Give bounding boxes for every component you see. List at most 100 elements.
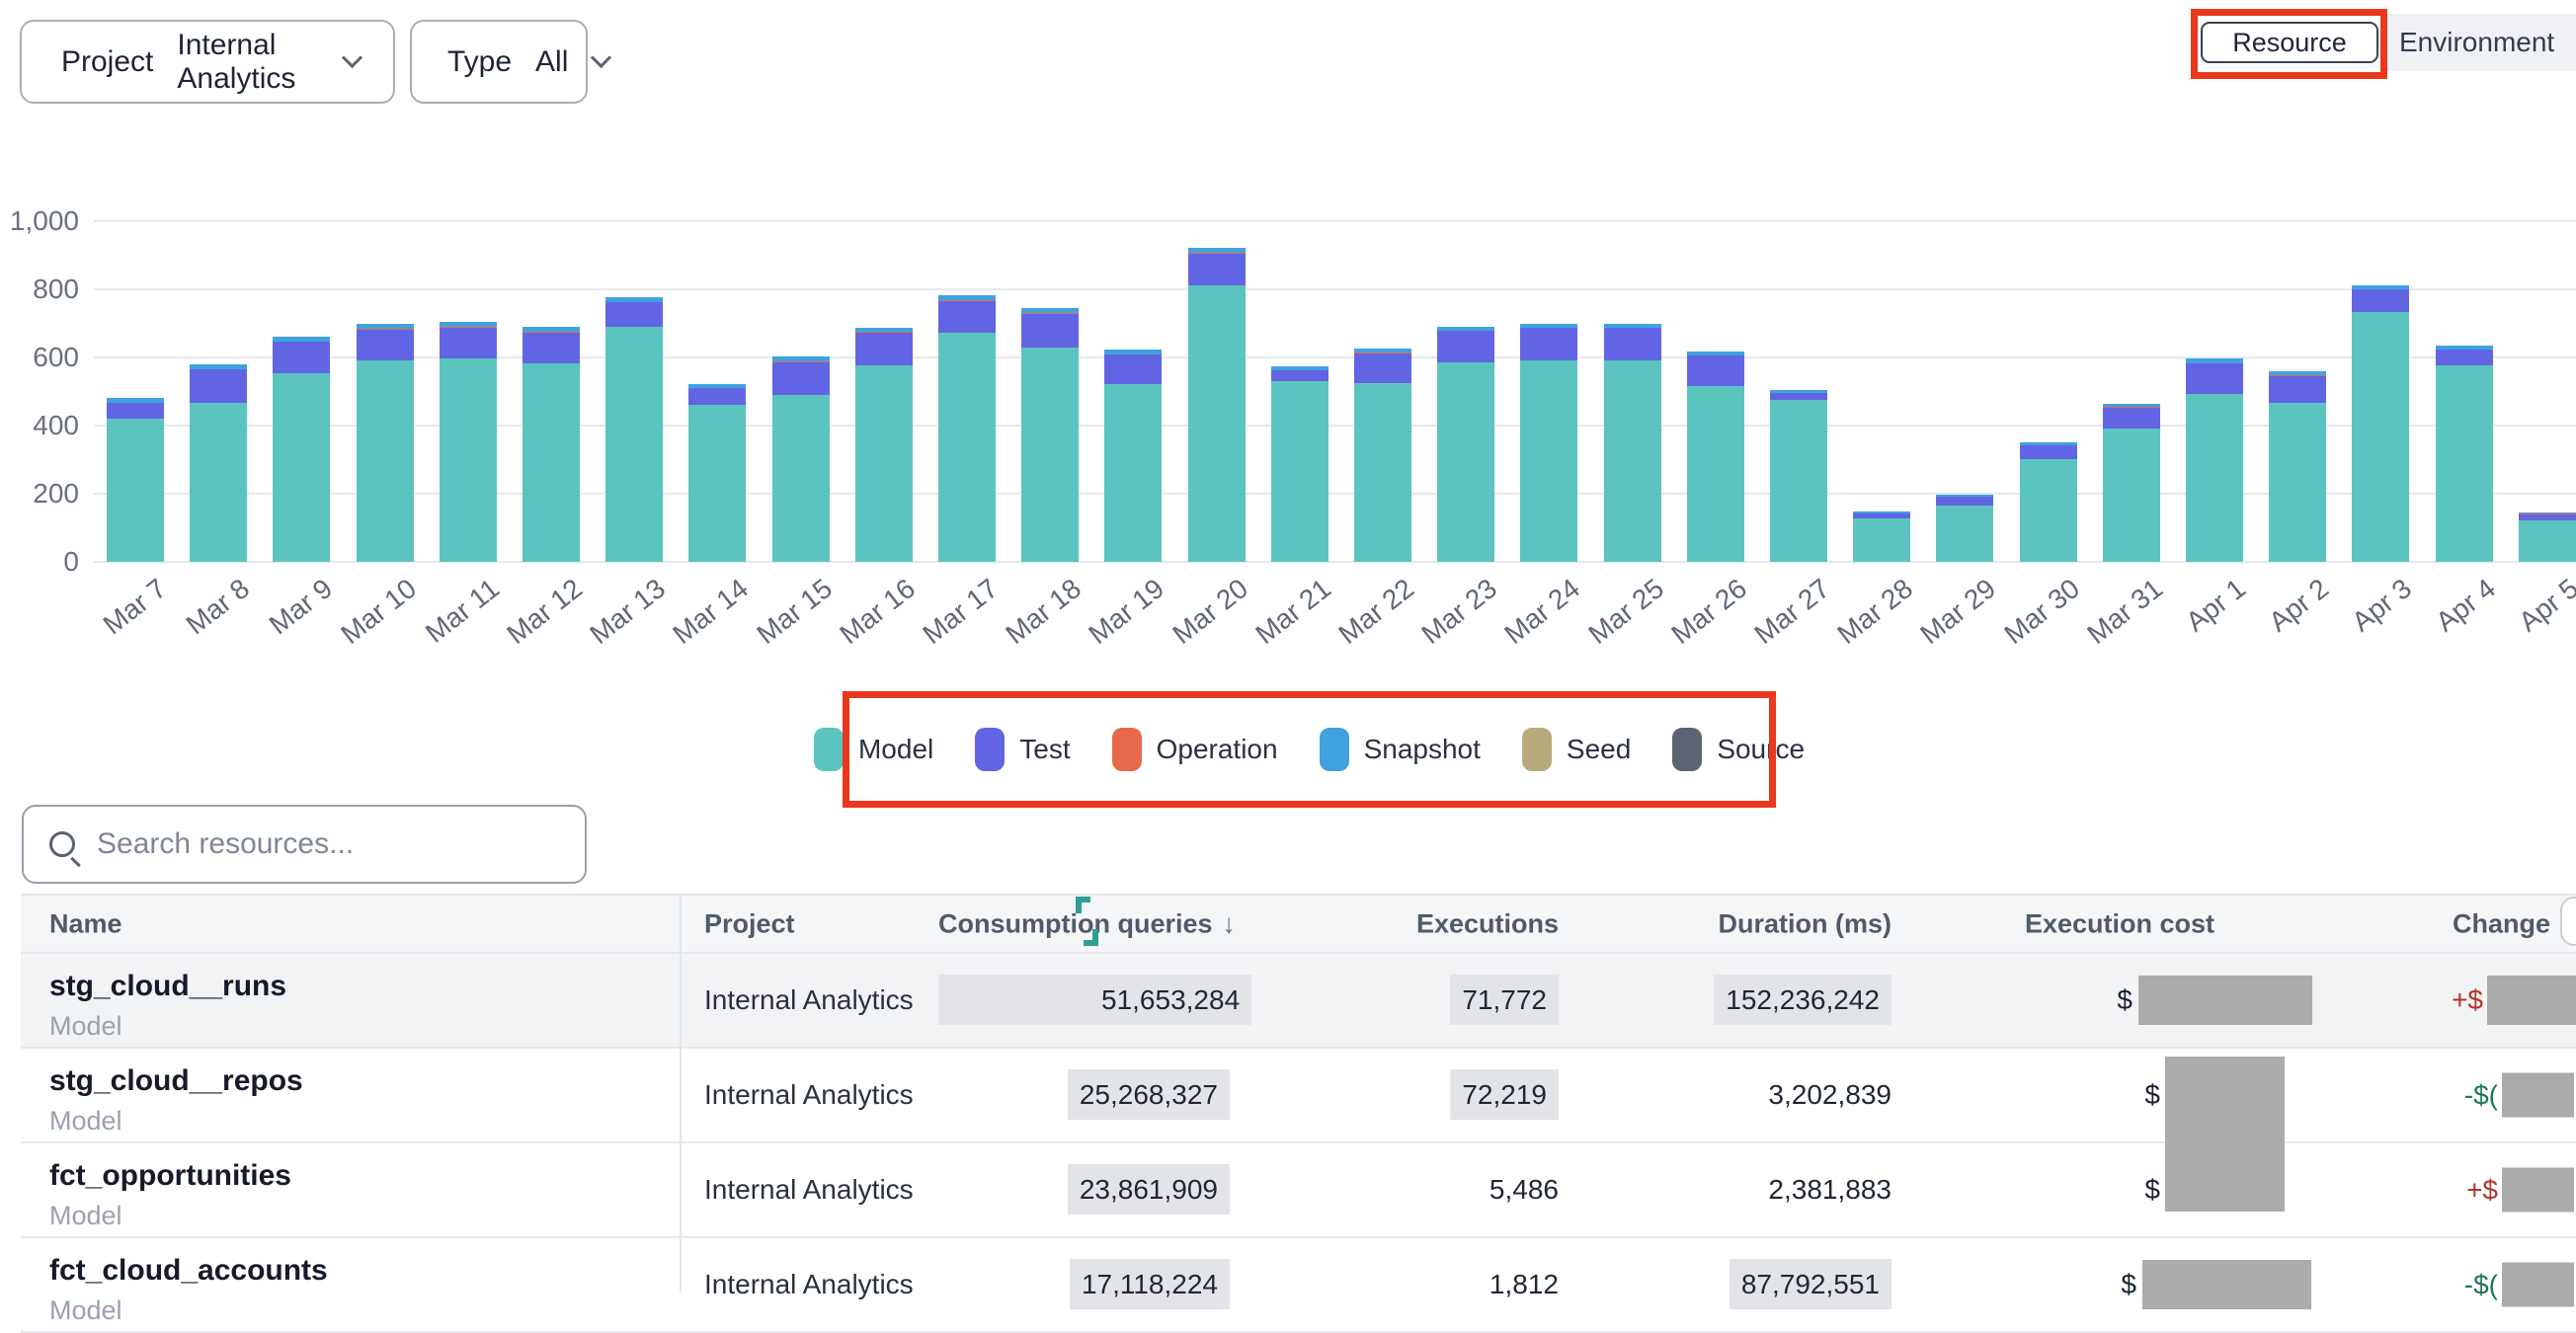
bar-segment-test <box>2436 350 2493 364</box>
col-header-name[interactable]: Name <box>49 908 122 939</box>
bar-mar-22[interactable] <box>1354 349 1411 562</box>
resource-name-cell: fct_cloud_accountsModel <box>49 1254 328 1326</box>
bar-mar-12[interactable] <box>523 327 580 562</box>
legend-item-operation[interactable]: Operation <box>1112 728 1278 771</box>
sort-desc-icon: ↓ <box>1223 908 1237 938</box>
search-input[interactable] <box>97 827 585 861</box>
redaction-box <box>2502 1073 2574 1118</box>
legend-swatch-icon <box>1320 728 1349 771</box>
consumption-queries-cell: 17,118,224 <box>938 1269 1230 1300</box>
col-header-execution-cost[interactable]: Execution cost <box>2015 908 2286 939</box>
bar-mar-10[interactable] <box>357 324 414 562</box>
bar-segment-test <box>107 403 164 419</box>
bar-apr-3[interactable] <box>2352 285 2409 562</box>
bar-segment-test <box>1604 328 1661 359</box>
col-header-change[interactable]: Change <box>2351 908 2576 939</box>
bar-mar-26[interactable] <box>1687 352 1744 562</box>
bar-mar-8[interactable] <box>190 364 247 562</box>
bar-segment-test <box>1021 314 1079 348</box>
bar-segment-model <box>440 358 497 562</box>
bar-segment-test <box>273 342 330 372</box>
table-row[interactable]: stg_cloud__reposModelInternal Analytics2… <box>21 1049 2576 1143</box>
bar-segment-test <box>1520 328 1577 359</box>
bar-mar-15[interactable] <box>772 356 830 562</box>
bar-segment-model <box>1604 360 1661 562</box>
bar-apr-2[interactable] <box>2269 371 2326 562</box>
tab-environment[interactable]: Environment <box>2387 14 2576 71</box>
bar-segment-model <box>2020 459 2077 562</box>
bar-mar-17[interactable] <box>938 295 996 562</box>
legend-swatch-icon <box>1672 728 1702 771</box>
cost-value-prefix: $ <box>2144 1174 2160 1205</box>
bar-apr-1[interactable] <box>2186 358 2243 562</box>
scrollbar-thumb[interactable] <box>2560 897 2576 946</box>
legend-item-model[interactable]: Model <box>814 728 933 771</box>
redaction-box <box>2502 1168 2574 1213</box>
bar-segment-test <box>2352 289 2409 312</box>
legend-item-source[interactable]: Source <box>1672 728 1805 771</box>
bar-mar-23[interactable] <box>1437 327 1494 562</box>
type-filter-dropdown[interactable]: Type All <box>410 20 588 104</box>
bar-mar-28[interactable] <box>1853 511 1910 562</box>
table-row[interactable]: fct_cloud_accountsModelInternal Analytic… <box>21 1238 2576 1333</box>
legend-item-seed[interactable]: Seed <box>1522 728 1631 771</box>
bar-mar-11[interactable] <box>440 322 497 562</box>
execution-cost-cell: $ <box>2015 1165 2286 1215</box>
gridline <box>94 288 2576 290</box>
bar-mar-29[interactable] <box>1936 495 1993 562</box>
project-filter-dropdown[interactable]: Project Internal Analytics <box>20 20 395 104</box>
y-axis-tick-label: 200 <box>0 478 79 510</box>
bar-mar-25[interactable] <box>1604 324 1661 562</box>
col-header-duration[interactable]: Duration (ms) <box>1600 908 1892 939</box>
bar-segment-model <box>2352 312 2409 562</box>
bar-mar-31[interactable] <box>2103 404 2160 562</box>
value-text: 3,202,839 <box>1768 1079 1892 1110</box>
y-axis-tick-label: 1,000 <box>0 205 79 237</box>
legend-item-snapshot[interactable]: Snapshot <box>1320 728 1481 771</box>
bar-segment-test <box>2186 363 2243 393</box>
bar-apr-4[interactable] <box>2436 346 2493 562</box>
bar-segment-model <box>1687 386 1744 562</box>
bar-apr-5[interactable] <box>2519 512 2576 562</box>
bar-segment-test <box>440 328 497 358</box>
bar-segment-model <box>2436 365 2493 562</box>
text-caret-icon <box>1076 897 1090 913</box>
bar-segment-model <box>1354 383 1411 562</box>
bar-segment-model <box>855 365 913 562</box>
bar-segment-test <box>1770 393 1827 400</box>
bar-mar-14[interactable] <box>688 384 746 562</box>
bar-mar-7[interactable] <box>107 398 164 562</box>
bar-mar-30[interactable] <box>2020 442 2077 562</box>
table-row[interactable]: stg_cloud__runsModelInternal Analytics51… <box>21 954 2576 1049</box>
bar-mar-19[interactable] <box>1104 350 1162 562</box>
bar-segment-model <box>688 405 746 562</box>
cost-value-prefix: $ <box>2121 1269 2136 1299</box>
duration-cell: 152,236,242 <box>1600 984 1892 1016</box>
legend-item-test[interactable]: Test <box>975 728 1070 771</box>
bar-segment-test <box>1188 254 1246 285</box>
search-box[interactable] <box>22 805 587 884</box>
bar-mar-21[interactable] <box>1271 366 1328 562</box>
col-header-executions[interactable]: Executions <box>1314 908 1559 939</box>
bar-mar-9[interactable] <box>273 337 330 562</box>
col-header-project[interactable]: Project <box>704 908 795 939</box>
bar-mar-18[interactable] <box>1021 308 1079 562</box>
bar-segment-model <box>523 363 580 562</box>
resource-type: Model <box>49 1106 303 1137</box>
bar-segment-test <box>2269 376 2326 404</box>
tab-resource[interactable]: Resource <box>2201 22 2378 63</box>
value-text: 17,118,224 <box>1070 1259 1230 1309</box>
bar-mar-16[interactable] <box>855 328 913 562</box>
bar-mar-13[interactable] <box>605 297 663 562</box>
bar-mar-20[interactable] <box>1188 248 1246 562</box>
value-text: 71,772 <box>1450 975 1559 1025</box>
value-text: 51,653,284 <box>938 975 1251 1025</box>
project-cell: Internal Analytics <box>704 1079 914 1111</box>
y-axis-tick-label: 800 <box>0 274 79 305</box>
execution-cost-cell: $ <box>2015 1070 2286 1120</box>
bar-mar-27[interactable] <box>1770 390 1827 562</box>
bar-mar-24[interactable] <box>1520 324 1577 562</box>
bar-segment-model <box>938 333 996 562</box>
table-row[interactable]: fct_opportunitiesModelInternal Analytics… <box>21 1143 2576 1238</box>
change-cell: +$ <box>2351 976 2576 1025</box>
